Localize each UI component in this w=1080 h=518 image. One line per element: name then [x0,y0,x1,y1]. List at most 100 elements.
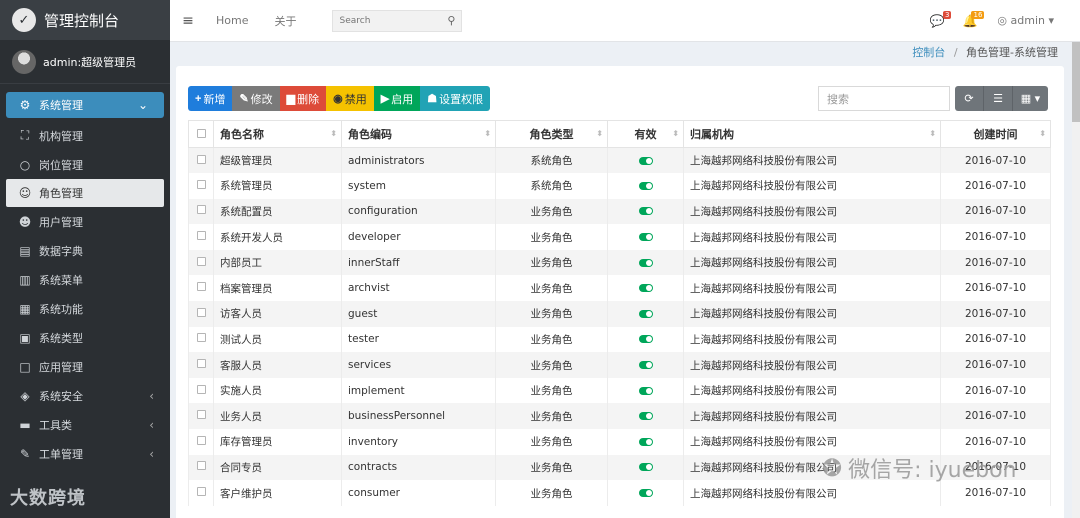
table-row[interactable]: 库存管理员 inventory 业务角色 上海越邦网络科技股份有限公司 2016-07-… [188,429,1051,455]
row-checkbox[interactable] [196,333,206,343]
row-checkbox[interactable] [196,154,206,164]
enabled-toggle-icon[interactable] [638,463,653,472]
cell-role-code: innerStaff [341,249,496,276]
enabled-toggle-icon[interactable] [638,335,653,344]
row-checkbox[interactable] [196,435,206,445]
enabled-toggle-icon[interactable] [638,489,653,498]
table-search-input[interactable]: 搜索 [818,86,950,111]
row-checkbox[interactable] [196,307,206,317]
col-created[interactable]: 创建时间 ⬍ [940,120,1051,148]
disable-button[interactable]: ◉ 禁用 [326,86,374,111]
sidebar-item-3[interactable]: ☺ 角色管理 [6,179,164,207]
sidebar-item-11[interactable]: ▬ 工具类 ‹ [0,410,170,439]
cell-created: 2016-07-10 [940,224,1051,250]
table-row[interactable]: 业务人员 businessPersonnel 业务角色 上海越邦网络科技股份有限公司 2… [188,403,1051,430]
table-row[interactable]: 系统配置员 configuration 业务角色 上海越邦网络科技股份有限公司 2016… [188,198,1051,225]
row-checkbox[interactable] [196,282,206,292]
sidebar-item-9[interactable]: □ 应用管理 [0,352,170,381]
header-search[interactable]: ⚲ [332,9,463,32]
refresh-icon[interactable]: ⟳ [955,86,984,111]
sidebar-item-4[interactable]: ☻ 用户管理 [0,207,170,236]
enabled-toggle-icon[interactable] [638,233,653,242]
nav-about-link[interactable]: 关于 [274,13,296,29]
table-row[interactable]: 内部员工 innerStaff 业务角色 上海越邦网络科技股份有限公司 2016-07-… [188,249,1051,276]
sidebar-item-7[interactable]: ▦ 系统功能 [0,294,170,323]
row-checkbox[interactable] [196,487,206,497]
row-checkbox[interactable] [196,384,206,394]
enable-button[interactable]: ▶ 启用 [373,86,421,111]
cell-role-type: 业务角色 [495,352,608,378]
enabled-toggle-icon[interactable] [638,258,653,267]
sidebar-item-5[interactable]: ▤ 数据字典 [0,236,170,265]
table-row[interactable]: 系统管理员 system 系统角色 上海越邦网络科技股份有限公司 2016-07-10 [188,173,1051,199]
table-row[interactable]: 客户维护员 consumer 业务角色 上海越邦网络科技股份有限公司 2016-07-1… [188,480,1051,506]
page-scrollbar[interactable] [1072,42,1080,518]
delete-button[interactable]: ▆ 删除 [279,86,327,111]
sidebar-item-1[interactable]: ⛶ 机构管理 [0,121,170,150]
enabled-toggle-icon[interactable] [638,181,653,190]
permissions-button[interactable]: ☗ 设置权限 [420,86,491,111]
messages-icon[interactable]: 💬 3 [930,10,952,28]
col-role-type[interactable]: 角色类型 ⬍ [495,120,608,148]
table-row[interactable]: 实施人员 implement 业务角色 上海越邦网络科技股份有限公司 2016-07-1… [188,377,1051,404]
col-enabled[interactable]: 有效 ⬍ [607,120,684,148]
enabled-toggle-icon[interactable] [638,207,653,216]
enabled-toggle-icon[interactable] [638,361,653,370]
chevron-left-icon: ‹ [149,417,154,432]
row-checkbox[interactable] [196,205,206,215]
sort-icon: ⬍ [484,129,491,138]
columns-icon[interactable]: ▦ ▾ [1013,86,1048,111]
enabled-toggle-icon[interactable] [638,412,653,421]
table-row[interactable]: 客服人员 services 业务角色 上海越邦网络科技股份有限公司 2016-07-10 [188,352,1051,378]
col-role-name[interactable]: 角色名称 ⬍ [213,120,342,148]
edit-icon: ✎ [239,93,249,105]
bell-icon[interactable]: 🔔 16 [962,10,985,28]
cell-role-type: 业务角色 [495,224,608,250]
table-row[interactable]: 测试人员 tester 业务角色 上海越邦网络科技股份有限公司 2016-07-10 [188,326,1051,353]
enabled-toggle-icon[interactable] [638,386,653,395]
cell-control [607,429,684,455]
user-panel[interactable]: admin:超级管理员 [0,40,170,84]
list-view-icon[interactable]: ☰ [984,86,1013,111]
cell-organization: 上海越邦网络科技股份有限公司 [683,429,941,455]
breadcrumb-sep: / [953,46,958,59]
row-checkbox[interactable] [196,256,206,266]
search-icon[interactable]: ⚲ [447,14,455,27]
table-row[interactable]: 超级管理员 administrators 系统角色 上海越邦网络科技股份有限公司 201… [188,147,1051,174]
row-checkbox[interactable] [196,410,206,420]
header-search-input[interactable] [339,15,440,26]
sidebar-item-8[interactable]: ▣ 系统类型 [0,323,170,352]
enabled-toggle-icon[interactable] [638,309,653,318]
sidebar-item-10[interactable]: ◈ 系统安全 ‹ [0,381,170,410]
content-box: + 新增 ✎ 修改 ▆ 删除 ◉ 禁用 ▶ 启用 ☗ 设置权限 搜索 ⟳ ☰ ▦ ▾ [176,66,1064,518]
user-menu[interactable]: ◎ admin ▾ [997,14,1054,27]
enabled-toggle-icon[interactable] [638,437,653,446]
select-all-checkbox[interactable] [188,120,214,148]
table-row[interactable]: 档案管理员 archvist 业务角色 上海越邦网络科技股份有限公司 2016-07-1… [188,275,1051,302]
sidebar-item-2[interactable]: ○ 岗位管理 [0,150,170,179]
enabled-toggle-icon[interactable] [638,156,653,165]
edit-button[interactable]: ✎ 修改 [232,86,280,111]
col-organization[interactable]: 归属机构 ⬍ [683,120,941,148]
table-row[interactable]: 访客人员 guest 业务角色 上海越邦网络科技股份有限公司 2016-07-10 [188,301,1051,327]
row-checkbox[interactable] [196,359,206,369]
sidebar-item-12[interactable]: ✎ 工单管理 ‹ [0,439,170,468]
nav-home-link[interactable]: Home [216,14,248,27]
sidebar-item-6[interactable]: ▥ 系统菜单 [0,265,170,294]
row-checkbox[interactable] [196,231,206,241]
cell-created: 2016-07-10 [940,403,1051,430]
col-role-code[interactable]: 角色编码 ⬍ [341,120,496,148]
scrollbar-thumb[interactable] [1072,42,1080,122]
sidebar-item-0[interactable]: ⚙ 系统管理 ⌄ [6,92,164,118]
add-button[interactable]: + 新增 [188,86,233,111]
row-checkbox[interactable] [196,179,206,189]
brand[interactable]: ✓ 管理控制台 [0,0,170,40]
cell-control [188,224,214,250]
sidebar-toggle-icon[interactable]: ≡ [170,13,206,29]
table-row[interactable]: 系统开发人员 developer 业务角色 上海越邦网络科技股份有限公司 2016-07… [188,224,1051,250]
roles-table: 角色名称 ⬍ 角色编码 ⬍ 角色类型 ⬍ 有效 ⬍ 归属机构 ⬍ 创建时间 ⬍ 超级管理员 a… [188,120,1051,506]
row-checkbox[interactable] [196,461,206,471]
enabled-toggle-icon[interactable] [638,284,653,293]
cell-organization: 上海越邦网络科技股份有限公司 [683,173,941,199]
breadcrumb-root[interactable]: 控制台 [912,46,945,59]
